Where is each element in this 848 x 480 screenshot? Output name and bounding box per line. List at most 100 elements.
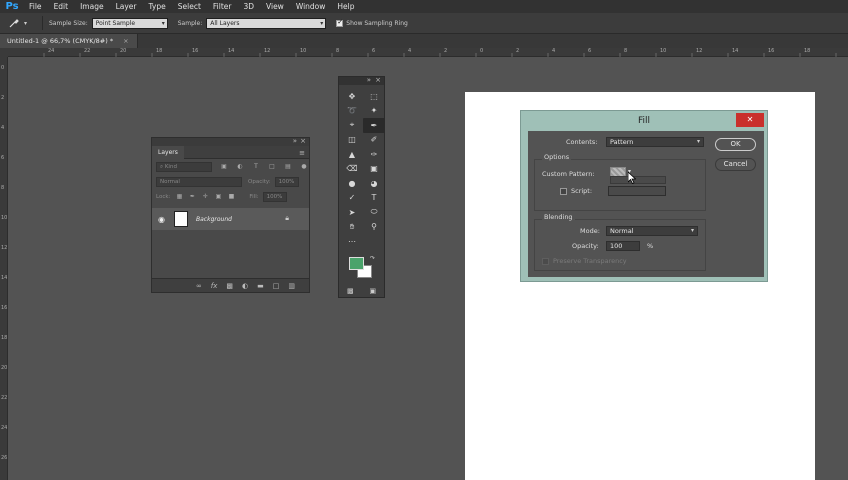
hand-tool-icon[interactable]: ✋︎ xyxy=(341,220,363,235)
lock-transparent-icon[interactable]: ▦ xyxy=(175,193,183,201)
ok-button[interactable]: OK xyxy=(715,138,756,151)
pen-tool-icon[interactable]: ✓ xyxy=(341,191,363,206)
link-layers-icon[interactable]: ∞ xyxy=(196,282,202,290)
tool-preset-picker[interactable]: ▾ xyxy=(8,16,36,31)
eyedropper-tool-icon[interactable]: ✒ xyxy=(363,118,385,133)
shape-filter-icon[interactable]: □ xyxy=(268,163,276,171)
menu-filter[interactable]: Filter xyxy=(207,0,238,13)
trash-icon[interactable]: ▥ xyxy=(288,282,295,290)
spot-healing-tool-icon[interactable]: ◫ xyxy=(341,133,363,148)
fill-dialog-titlebar[interactable]: Fill ✕ xyxy=(521,111,767,131)
move-tool-icon[interactable]: ✥ xyxy=(341,89,363,104)
adjustment-layer-icon[interactable]: ◐ xyxy=(242,282,248,290)
vertical-ruler[interactable]: 0 2 4 6 8 10 12 14 16 18 20 22 24 26 xyxy=(0,57,8,480)
more-tools-icon[interactable]: ⋯ xyxy=(341,234,363,249)
blending-label: Blending xyxy=(542,213,575,221)
ruler-v-label: 12 xyxy=(1,245,8,251)
layer-filter-select[interactable]: ⌕ Kind xyxy=(156,161,212,172)
sample-size-select[interactable]: Point Sample xyxy=(91,17,168,29)
collapse-icon[interactable]: » xyxy=(367,76,371,84)
brush-tool-icon[interactable]: ✐ xyxy=(363,133,385,148)
document-tab[interactable]: Untitled-1 @ 66,7% (CMYK/8#) * × xyxy=(0,34,138,48)
ruler-h-label: 6 xyxy=(588,48,592,54)
menu-select[interactable]: Select xyxy=(172,0,207,13)
magic-wand-tool-icon[interactable]: ✦ xyxy=(363,104,385,119)
opacity-field[interactable]: 100% xyxy=(274,176,299,187)
marquee-tool-icon[interactable]: ⬚ xyxy=(363,89,385,104)
tool-grid: ✥ ⬚ ➰ ✦ ⌖ ✒ ◫ ✐ ▲ ✑ ⌫ ▣ ● ◕ ✓ T ➤ ⬭ ✋︎ ⚲… xyxy=(339,89,385,249)
history-brush-tool-icon[interactable]: ✑ xyxy=(363,147,385,162)
blend-mode-select[interactable]: Normal xyxy=(156,176,242,187)
close-icon[interactable]: × xyxy=(375,76,381,84)
smart-object-filter-icon[interactable]: ▤ xyxy=(284,163,292,171)
mode-value: Normal xyxy=(610,227,634,235)
script-select[interactable] xyxy=(608,186,666,196)
menu-window[interactable]: Window xyxy=(290,0,332,13)
lock-all-icon[interactable]: ■ xyxy=(227,193,235,201)
crop-tool-icon[interactable]: ⌖ xyxy=(341,118,363,133)
type-tool-icon[interactable]: T xyxy=(363,191,385,206)
path-selection-tool-icon[interactable]: ➤ xyxy=(341,205,363,220)
screen-mode-icon[interactable]: ▣ xyxy=(369,287,376,295)
show-sampling-ring-checkbox[interactable] xyxy=(336,18,344,27)
script-checkbox[interactable] xyxy=(560,188,567,195)
swap-colors-icon[interactable]: ↷ xyxy=(370,255,375,262)
quick-mask-icon[interactable]: ▩ xyxy=(347,287,354,295)
new-layer-icon[interactable]: □ xyxy=(273,282,280,290)
foreground-color-swatch[interactable] xyxy=(349,257,364,270)
clone-stamp-tool-icon[interactable]: ▲ xyxy=(341,147,363,162)
dodge-tool-icon[interactable]: ◕ xyxy=(363,176,385,191)
menu-image[interactable]: Image xyxy=(74,0,110,13)
lock-pixels-icon[interactable]: ✒ xyxy=(188,193,196,201)
ellipse-tool-icon[interactable]: ⬭ xyxy=(363,205,385,220)
layer-thumbnail xyxy=(174,211,188,227)
ruler-h-label: 24 xyxy=(48,48,55,54)
lock-artboard-icon[interactable]: ▣ xyxy=(214,193,222,201)
eraser-tool-icon[interactable]: ⌫ xyxy=(341,162,363,177)
fill-field[interactable]: 100% xyxy=(262,191,287,202)
menu-help[interactable]: Help xyxy=(331,0,360,13)
collapse-icon[interactable]: » xyxy=(293,137,297,145)
menu-file[interactable]: File xyxy=(23,0,48,13)
gradient-tool-icon[interactable]: ▣ xyxy=(363,162,385,177)
lock-position-icon[interactable]: ✛ xyxy=(201,193,209,201)
chevron-down-icon: ▾ xyxy=(690,227,694,234)
zoom-tool-icon[interactable]: ⚲ xyxy=(363,220,385,235)
filter-toggle-icon[interactable]: ● xyxy=(300,163,308,171)
panel-menu-icon[interactable]: ≡ xyxy=(299,149,305,157)
pixel-filter-icon[interactable]: ▣ xyxy=(220,163,228,171)
contents-value: Pattern xyxy=(610,138,634,146)
cancel-button[interactable]: Cancel xyxy=(715,158,756,171)
tab-layers[interactable]: Layers xyxy=(152,146,184,159)
new-group-icon[interactable]: ▬ xyxy=(257,282,264,290)
menu-type[interactable]: Type xyxy=(143,0,172,13)
panel-header[interactable]: » × xyxy=(152,137,309,146)
adjustment-filter-icon[interactable]: ◐ xyxy=(236,163,244,171)
blur-tool-icon[interactable]: ● xyxy=(341,176,363,191)
mode-select[interactable]: Normal ▾ xyxy=(606,226,698,236)
menu-view[interactable]: View xyxy=(260,0,290,13)
menu-edit[interactable]: Edit xyxy=(48,0,75,13)
contents-select[interactable]: Pattern ▾ xyxy=(606,137,704,147)
close-tab-icon[interactable]: × xyxy=(123,37,128,45)
close-button[interactable]: ✕ xyxy=(736,113,764,127)
fx-icon[interactable]: fx xyxy=(211,282,218,290)
type-filter-icon[interactable]: T xyxy=(252,163,260,171)
layer-filter-row: ⌕ Kind ▣ ◐ T □ ▤ ● xyxy=(152,159,309,174)
layer-row-background[interactable]: ◉ Background 🔒︎ xyxy=(152,208,309,230)
color-swatches: ↷ xyxy=(349,255,375,281)
opacity-input[interactable]: 100 xyxy=(606,241,640,251)
ruler-corner[interactable] xyxy=(0,48,8,57)
script-label: Script: xyxy=(571,187,593,195)
menu-layer[interactable]: Layer xyxy=(110,0,143,13)
close-icon[interactable]: × xyxy=(300,137,306,145)
preserve-transparency-checkbox[interactable] xyxy=(542,258,549,265)
horizontal-ruler[interactable]: 24 22 20 18 16 14 12 10 8 6 4 2 0 2 4 6 … xyxy=(8,48,848,57)
layer-mask-icon[interactable]: ▩ xyxy=(226,282,233,290)
eye-icon[interactable]: ◉ xyxy=(158,215,168,224)
sample-select[interactable]: All Layers xyxy=(206,17,327,29)
menu-3d[interactable]: 3D xyxy=(237,0,260,13)
tools-header[interactable]: » × xyxy=(339,76,384,85)
blend-row: Normal Opacity: 100% xyxy=(152,174,309,189)
lasso-tool-icon[interactable]: ➰ xyxy=(341,104,363,119)
